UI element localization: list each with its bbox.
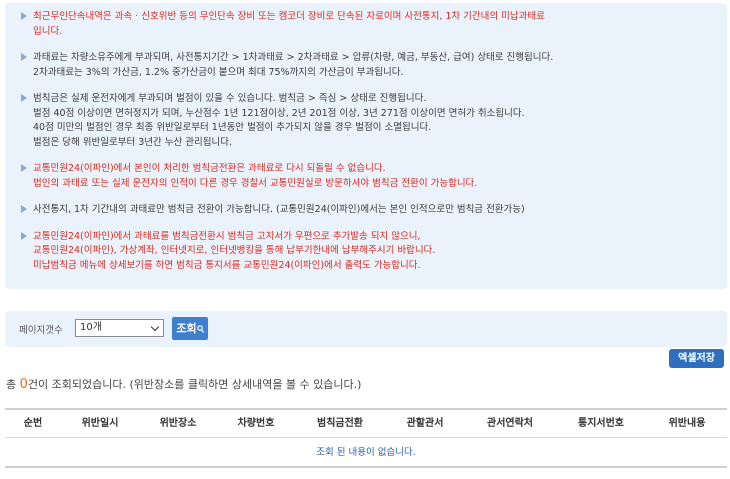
notice-line: 법인의 과태료 또는 실제 운전자의 인적이 다른 경우 경찰서 교통민원실로 … — [33, 177, 478, 189]
notice-box: 최근무인단속내역은 과속 · 신호위반 등의 무인단속 장비 또는 캠코더 장비… — [5, 3, 727, 289]
col-header: 위반장소 — [159, 418, 197, 429]
table-header: 순번 위반일시 위반장소 차량번호 범칙금전환 관할관서 관서연락처 통지서번호… — [5, 408, 727, 438]
chevron-down-icon — [150, 322, 160, 332]
result-summary: 총 0건이 조회되었습니다. (위반장소를 클릭하면 상세내역을 볼 수 있습니… — [6, 376, 361, 392]
col-header: 차량번호 — [237, 418, 275, 429]
notice-item-6: 교통민원24(이파인)에서 과태료를 범칙금전환시 범칙금 고지서가 우편으로 … — [17, 230, 715, 274]
col-header: 관서연락처 — [487, 418, 533, 429]
search-button[interactable]: 조회 — [172, 317, 208, 340]
col-header: 범칙금전환 — [317, 418, 363, 429]
col-header: 순번 — [23, 418, 43, 429]
bullet-icon — [21, 164, 27, 172]
notice-line: 교통민원24(이파인)에서 본인이 처리한 범칙금전환은 과태료로 다시 되돌릴… — [33, 163, 386, 174]
col-header: 통지서번호 — [578, 418, 624, 429]
notice-line: 40점 미만의 벌점인 경우 최종 위반일로부터 1년동안 벌점이 추가되지 않… — [33, 122, 432, 133]
result-suffix: 건이 조회되었습니다. (위반장소를 클릭하면 상세내역을 볼 수 있습니다.) — [27, 378, 362, 391]
bullet-icon — [21, 53, 27, 61]
col-header: 위반내용 — [668, 418, 706, 429]
bullet-icon — [21, 231, 27, 240]
page-size-value: 10개 — [80, 322, 102, 333]
page-size-label: 페이지갯수 — [19, 325, 63, 336]
col-header: 위반일시 — [81, 418, 119, 429]
notice-item-4: 교통민원24(이파인)에서 본인이 처리한 범칙금전환은 과태료로 다시 되돌릴… — [17, 162, 715, 191]
notice-line: 최근무인단속내역은 과속 · 신호위반 등의 무인단속 장비 또는 캠코더 장비… — [33, 11, 545, 22]
notice-line: 벌점 40점 이상이면 면허정지가 되며, 누산점수 1년 121점이상, 2년… — [33, 107, 525, 119]
notice-line: 벌점은 당해 위반일로부터 3년간 누산 관리됩니다. — [33, 136, 232, 148]
search-button-label: 조회 — [176, 322, 197, 335]
result-prefix: 총 — [6, 378, 17, 391]
notice-line: 사전통지, 1차 기간내의 과태료만 범칙금 전환이 가능합니다. (교통민원2… — [33, 204, 525, 215]
empty-message: 조회 된 내용이 없습니다. — [316, 447, 416, 458]
notice-line: 과태료는 차량소유주에게 부과되며, 사전통지기간 > 1차과태료 > 2차과태… — [33, 52, 554, 63]
search-icon — [196, 325, 204, 333]
search-bar: 페이지갯수 10개 조회 — [5, 311, 727, 347]
page-size-select[interactable]: 10개 — [75, 319, 164, 337]
col-header: 관할관서 — [406, 418, 444, 429]
notice-item-1: 최근무인단속내역은 과속 · 신호위반 등의 무인단속 장비 또는 캠코더 장비… — [17, 10, 715, 39]
notice-line: 교통민원24(이파인)에서 과태료를 범칙금전환시 범칙금 고지서가 우편으로 … — [33, 230, 421, 242]
excel-save-button[interactable]: 엑셀저장 — [669, 349, 724, 368]
notice-line: 2차과태료는 3%의 가산금, 1.2% 중가산금이 붙으며 최대 75%까지의… — [33, 66, 404, 78]
violation-table: 순번 위반일시 위반장소 차량번호 범칙금전환 관할관서 관서연락처 통지서번호… — [5, 408, 727, 468]
notice-line: 범칙금은 실제 운전자에게 부과되며 벌점이 있을 수 있습니다. 범칙금 > … — [33, 93, 427, 104]
bullet-icon — [21, 12, 27, 20]
bullet-icon — [21, 205, 27, 213]
empty-row: 조회 된 내용이 없습니다. — [5, 438, 727, 468]
notice-line: 교통민원24(이파인), 가상계좌, 인터넷지로, 인터넷뱅킹을 통해 납부기한… — [33, 245, 436, 256]
notice-item-2: 과태료는 차량소유주에게 부과되며, 사전통지기간 > 1차과태료 > 2차과태… — [17, 51, 715, 80]
bullet-icon — [21, 94, 27, 102]
notice-item-5: 사전통지, 1차 기간내의 과태료만 범칙금 전환이 가능합니다. (교통민원2… — [17, 203, 715, 218]
result-count: 0 — [19, 377, 28, 392]
notice-line: 입니다. — [33, 25, 63, 37]
notice-item-3: 범칙금은 실제 운전자에게 부과되며 벌점이 있을 수 있습니다. 범칙금 > … — [17, 92, 715, 150]
notice-line: 미납범칙금 메뉴에 상세보기를 하면 범칙금 통지서를 교통민원24(이파인)에… — [33, 259, 421, 271]
